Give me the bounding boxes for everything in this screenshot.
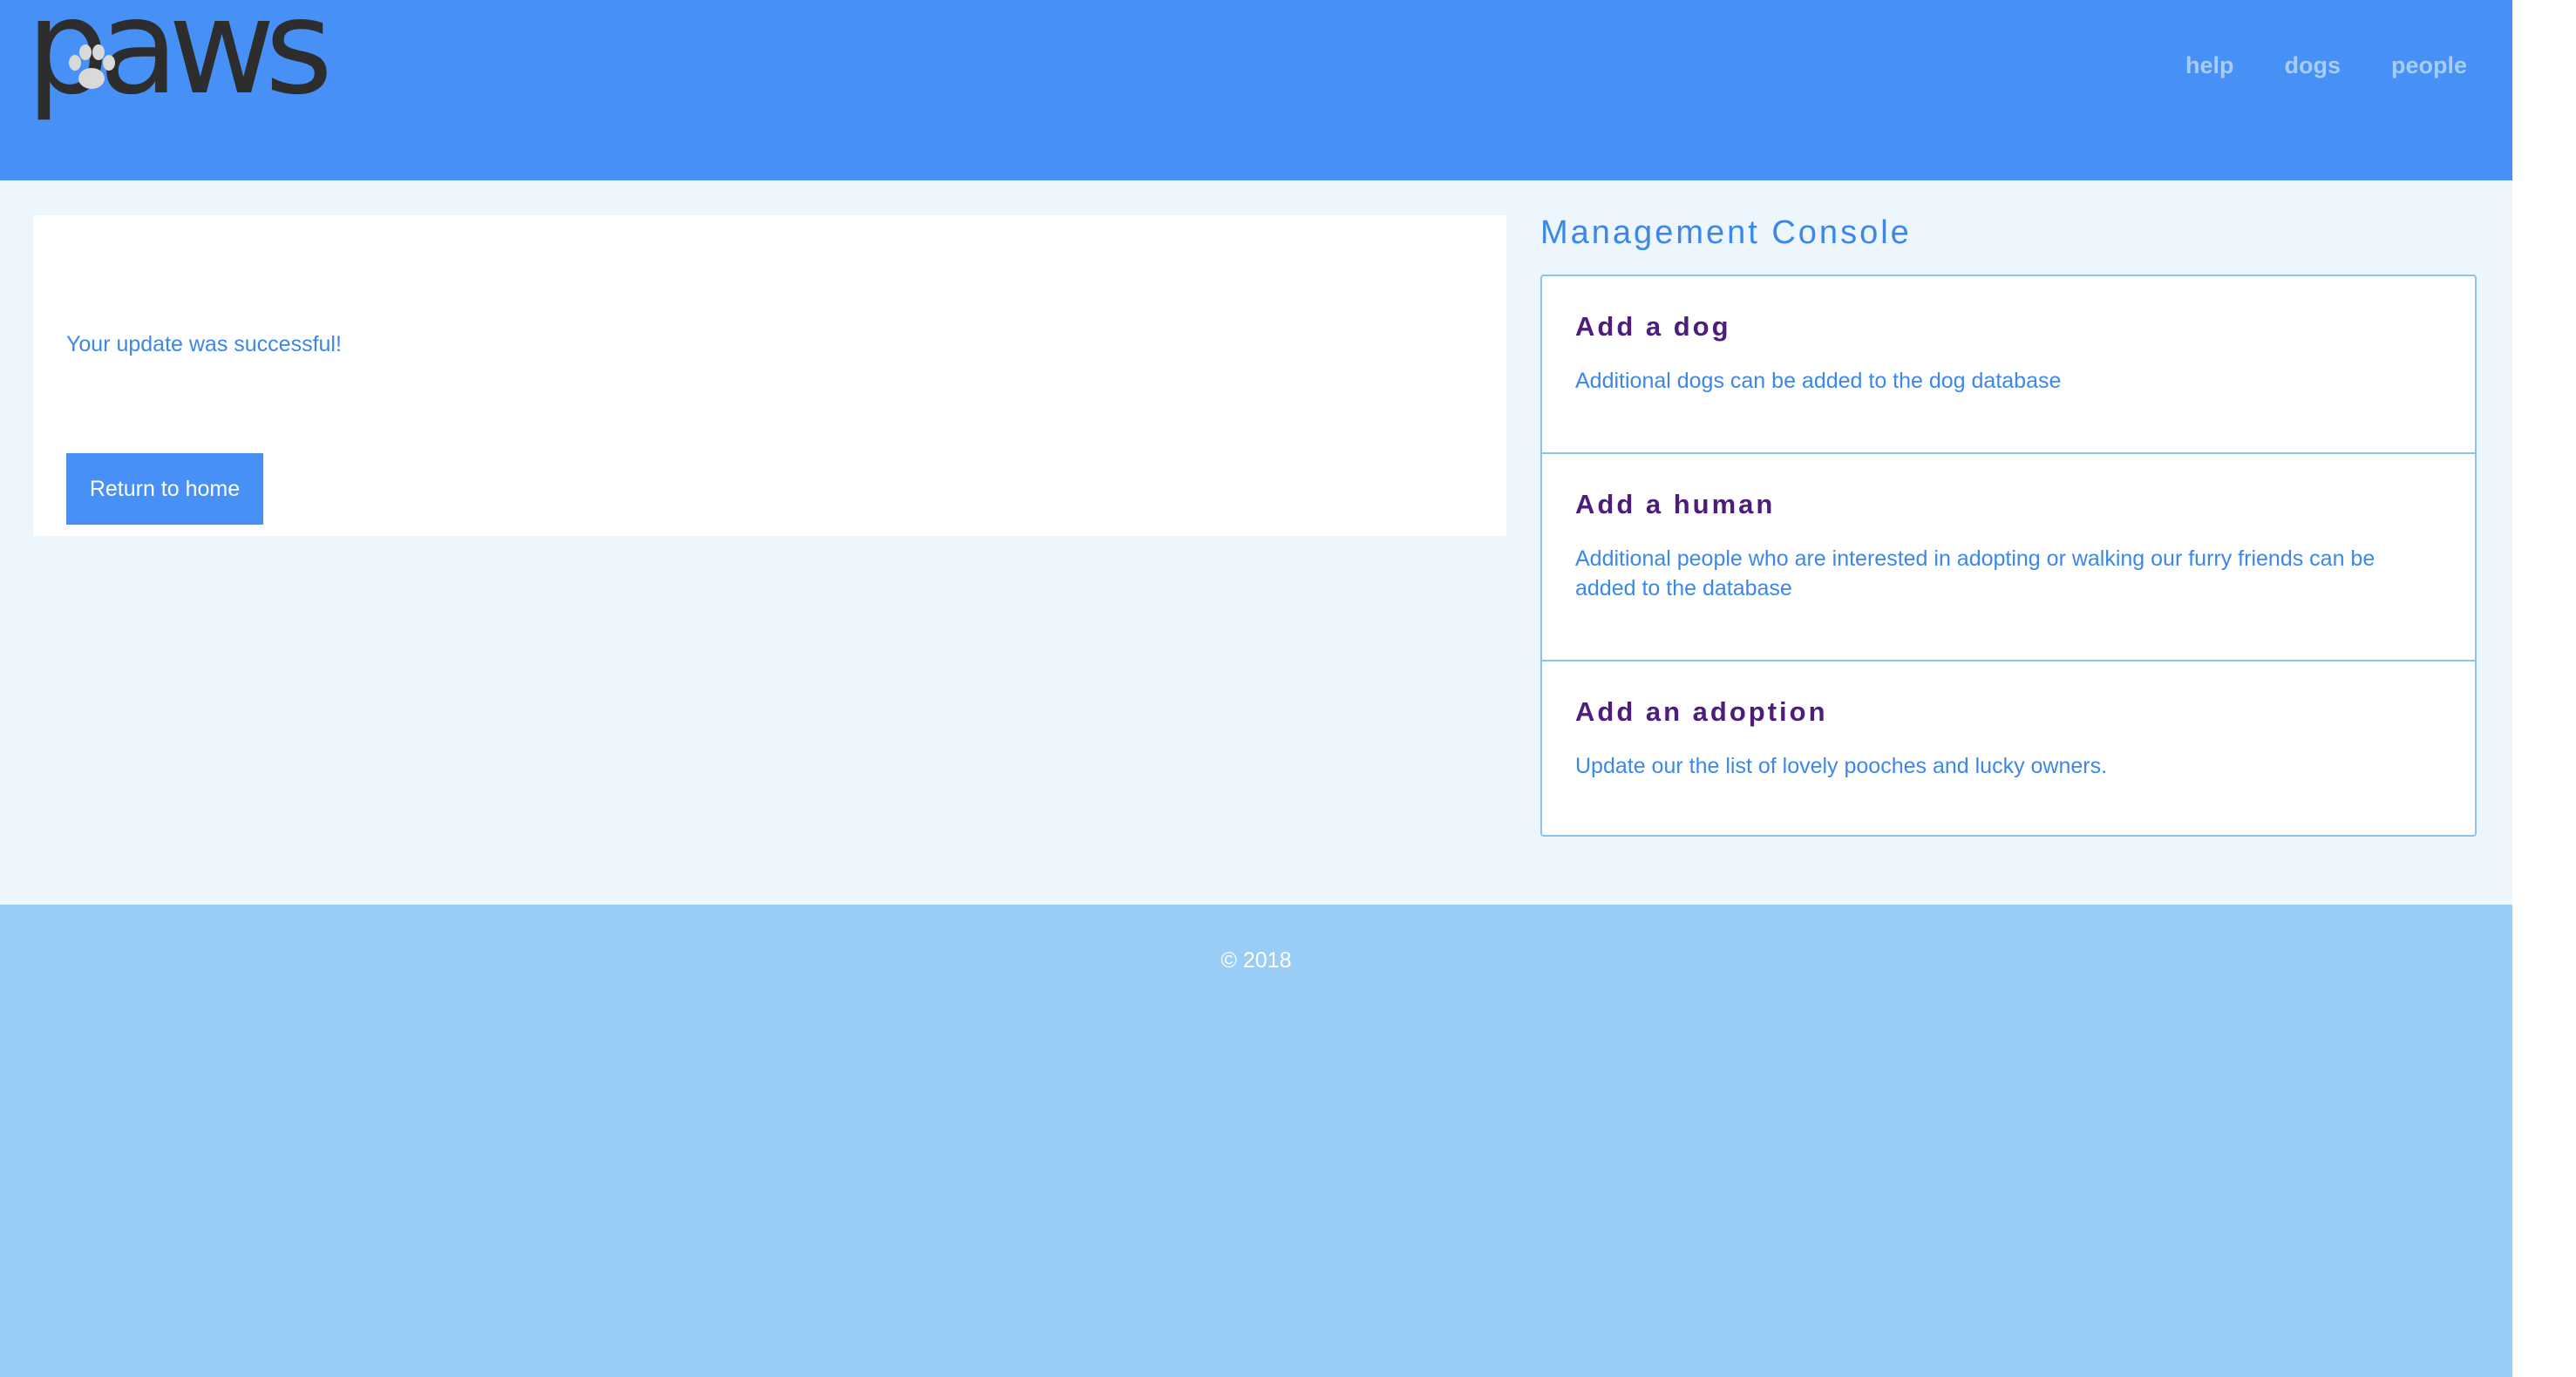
nav-help-link[interactable]: help (2185, 52, 2234, 79)
console-item-add-adoption[interactable]: Add an adoption Update our the list of l… (1542, 660, 2475, 835)
site-footer: © 2018 (0, 905, 2512, 1377)
console-item-description: Additional people who are interested in … (1575, 546, 2375, 600)
update-result-panel: Your update was successful! Return to ho… (33, 215, 1506, 536)
console-item-description: Additional dogs can be added to the dog … (1575, 369, 2062, 393)
console-item-add-dog[interactable]: Add a dog Additional dogs can be added t… (1542, 276, 2475, 452)
console-item-description: Update our the list of lovely pooches an… (1575, 754, 2108, 778)
success-message: Your update was successful! (66, 332, 342, 356)
console-item-add-human[interactable]: Add a human Additional people who are in… (1542, 452, 2475, 660)
site-header: paws help dogs people (0, 0, 2512, 180)
main-nav: help dogs people (2185, 52, 2467, 79)
copyright-text: © 2018 (1220, 948, 1292, 973)
paw-icon (69, 44, 115, 89)
console-item-title[interactable]: Add a dog (1575, 311, 1731, 343)
nav-people-link[interactable]: people (2391, 52, 2467, 79)
console-item-title[interactable]: Add a human (1575, 489, 1775, 520)
console-item-title[interactable]: Add an adoption (1575, 696, 1828, 728)
return-home-button[interactable]: Return to home (66, 453, 263, 525)
management-console: Add a dog Additional dogs can be added t… (1540, 275, 2477, 837)
paws-logo[interactable]: paws (26, 0, 333, 146)
page: paws help dogs people Your update was su… (0, 0, 2512, 1377)
console-title: Management Console (1540, 214, 1912, 251)
nav-dogs-link[interactable]: dogs (2284, 52, 2341, 79)
